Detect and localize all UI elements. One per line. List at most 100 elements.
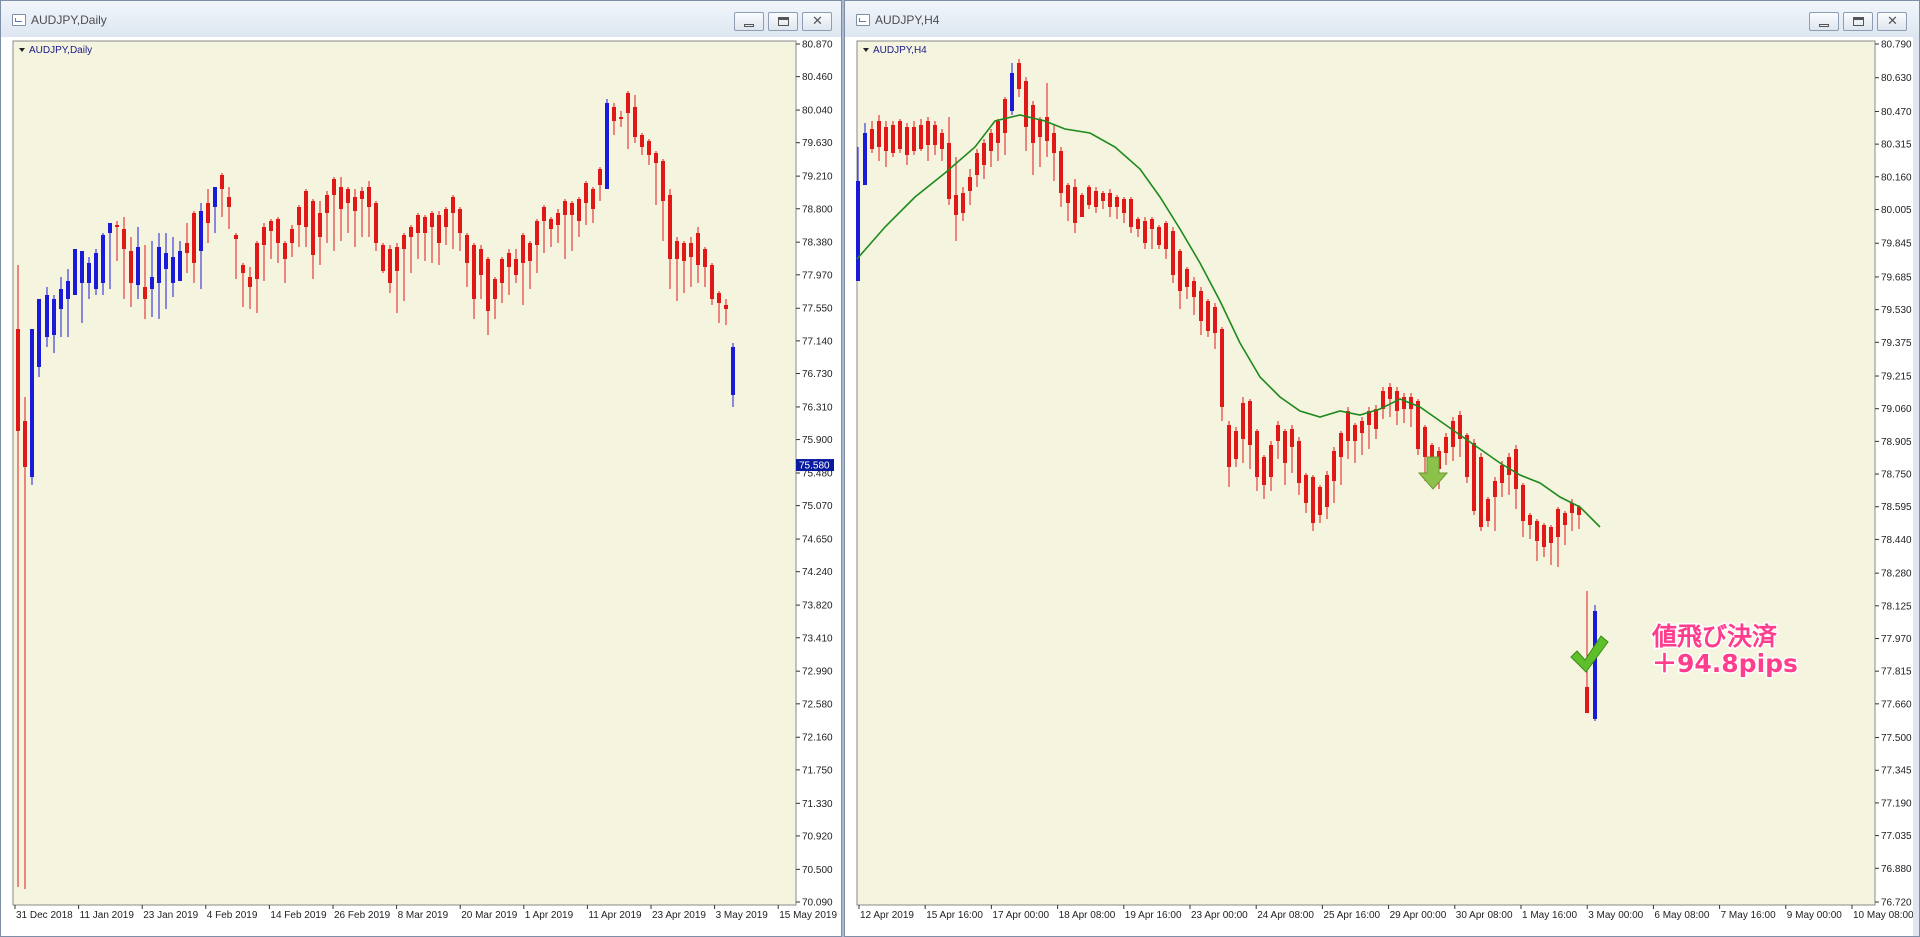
time-label: 9 May 00:00: [1787, 910, 1842, 921]
candle-body: [1213, 307, 1217, 333]
candle-body: [1486, 499, 1490, 521]
candle-body: [283, 243, 287, 259]
candle-body: [989, 133, 993, 151]
candle-body: [143, 287, 147, 299]
candle-body: [612, 107, 616, 121]
time-label: 15 Apr 16:00: [926, 910, 983, 921]
time-label: 10 May 08:00: [1853, 910, 1913, 921]
candle-body: [486, 259, 490, 311]
price-label: 80.630: [1881, 73, 1912, 84]
candle-body: [409, 227, 413, 237]
candle-body: [395, 247, 399, 271]
candle-body: [563, 201, 567, 215]
candle-body: [570, 203, 574, 215]
candle-body: [1563, 513, 1567, 525]
candle-body: [577, 199, 581, 221]
candle-body: [1227, 425, 1231, 467]
price-label: 80.160: [1881, 172, 1912, 183]
candle-body: [535, 221, 539, 245]
candle-body: [1542, 525, 1546, 547]
candle-body: [1087, 187, 1091, 205]
price-label: 77.815: [1881, 667, 1912, 678]
price-label: 79.630: [802, 138, 833, 149]
candle-body: [16, 329, 20, 431]
candle-body: [884, 127, 888, 151]
candle-body: [339, 187, 343, 209]
price-label: 80.005: [1881, 205, 1912, 216]
candle-body: [381, 245, 385, 271]
candle-body: [1269, 445, 1273, 477]
price-chart-daily[interactable]: AUDJPY,Daily 80.870 80.460 80.040 79.630 79.2…: [1, 37, 841, 936]
price-label: 77.970: [1881, 634, 1912, 645]
candle-body: [1521, 485, 1525, 521]
candle-body: [1031, 105, 1035, 143]
candle-body: [416, 215, 420, 233]
scrollbar[interactable]: [1913, 37, 1919, 936]
time-label: 3 May 00:00: [1588, 910, 1643, 921]
candle-body: [1304, 475, 1308, 503]
minimize-button[interactable]: [1809, 12, 1839, 31]
price-chart-h4[interactable]: AUDJPY,H4 80.790 80.630 80.470 80.315 80.160 8…: [845, 37, 1913, 936]
candle-body: [556, 213, 560, 225]
price-label: 78.905: [1881, 437, 1912, 448]
candle-body: [1346, 411, 1350, 441]
chart-window-daily[interactable]: AUDJPY,Daily ✕ AUDJPY,Daily 80.870 80.460 8…: [0, 0, 842, 937]
candle-body: [940, 133, 944, 149]
time-label: 23 Jan 2019: [143, 910, 198, 921]
time-label: 6 May 08:00: [1654, 910, 1709, 921]
candle-body: [360, 191, 364, 199]
candle-body: [584, 183, 588, 203]
candle-body: [1374, 409, 1378, 429]
chart-window-h4[interactable]: AUDJPY,H4 ✕ AUDJPY,H4 80.790 80.630 80.470 8…: [844, 0, 1920, 937]
candle-body: [675, 241, 679, 259]
time-label: 26 Feb 2019: [334, 910, 391, 921]
candle-body: [164, 253, 168, 269]
time-label: 24 Apr 08:00: [1257, 910, 1314, 921]
candle-body: [1423, 427, 1427, 457]
price-label: 77.970: [802, 270, 833, 281]
candle-body: [213, 187, 217, 207]
candle-body: [1171, 231, 1175, 275]
candle-body: [1255, 431, 1259, 477]
candle-body: [863, 133, 867, 185]
candle-body: [1003, 99, 1007, 133]
price-label: 78.800: [802, 204, 833, 215]
candle-body: [542, 207, 546, 221]
candle-body: [52, 299, 56, 335]
plot-area: [856, 40, 1876, 906]
candle-body: [136, 247, 140, 285]
time-label: 4 Feb 2019: [207, 910, 258, 921]
candle-body: [241, 265, 245, 273]
candle-body: [66, 281, 70, 299]
price-label: 79.215: [1881, 372, 1912, 383]
symbol-label: AUDJPY,Daily: [29, 45, 92, 56]
maximize-button[interactable]: [768, 12, 798, 31]
candle-body: [80, 251, 84, 283]
candle-body: [1416, 401, 1420, 449]
title-bar[interactable]: AUDJPY,Daily ✕: [1, 1, 841, 38]
price-label: 75.070: [802, 501, 833, 512]
minimize-button[interactable]: [734, 12, 764, 31]
candle-body: [1593, 611, 1597, 719]
price-label: 79.375: [1881, 338, 1912, 349]
candle-body: [1066, 185, 1070, 203]
candle-body: [234, 235, 238, 239]
price-label: 73.820: [802, 601, 833, 612]
time-label: 12 Apr 2019: [860, 910, 914, 921]
time-label: 19 Apr 16:00: [1125, 910, 1182, 921]
candle-body: [1192, 281, 1196, 297]
chart-window-icon: [12, 14, 26, 26]
close-button[interactable]: ✕: [802, 12, 832, 31]
candle-body: [59, 289, 63, 309]
candle-body: [1318, 487, 1322, 515]
annotation-title: 値飛び決済: [1651, 622, 1778, 651]
candle-body: [668, 195, 672, 259]
time-label: 23 Apr 00:00: [1191, 910, 1248, 921]
candle-body: [1451, 421, 1455, 447]
candle-body: [975, 153, 979, 175]
candle-body: [549, 219, 553, 229]
maximize-button[interactable]: [1843, 12, 1873, 31]
close-button[interactable]: ✕: [1877, 12, 1907, 31]
time-label: 14 Feb 2019: [270, 910, 327, 921]
title-bar[interactable]: AUDJPY,H4 ✕: [845, 1, 1919, 38]
